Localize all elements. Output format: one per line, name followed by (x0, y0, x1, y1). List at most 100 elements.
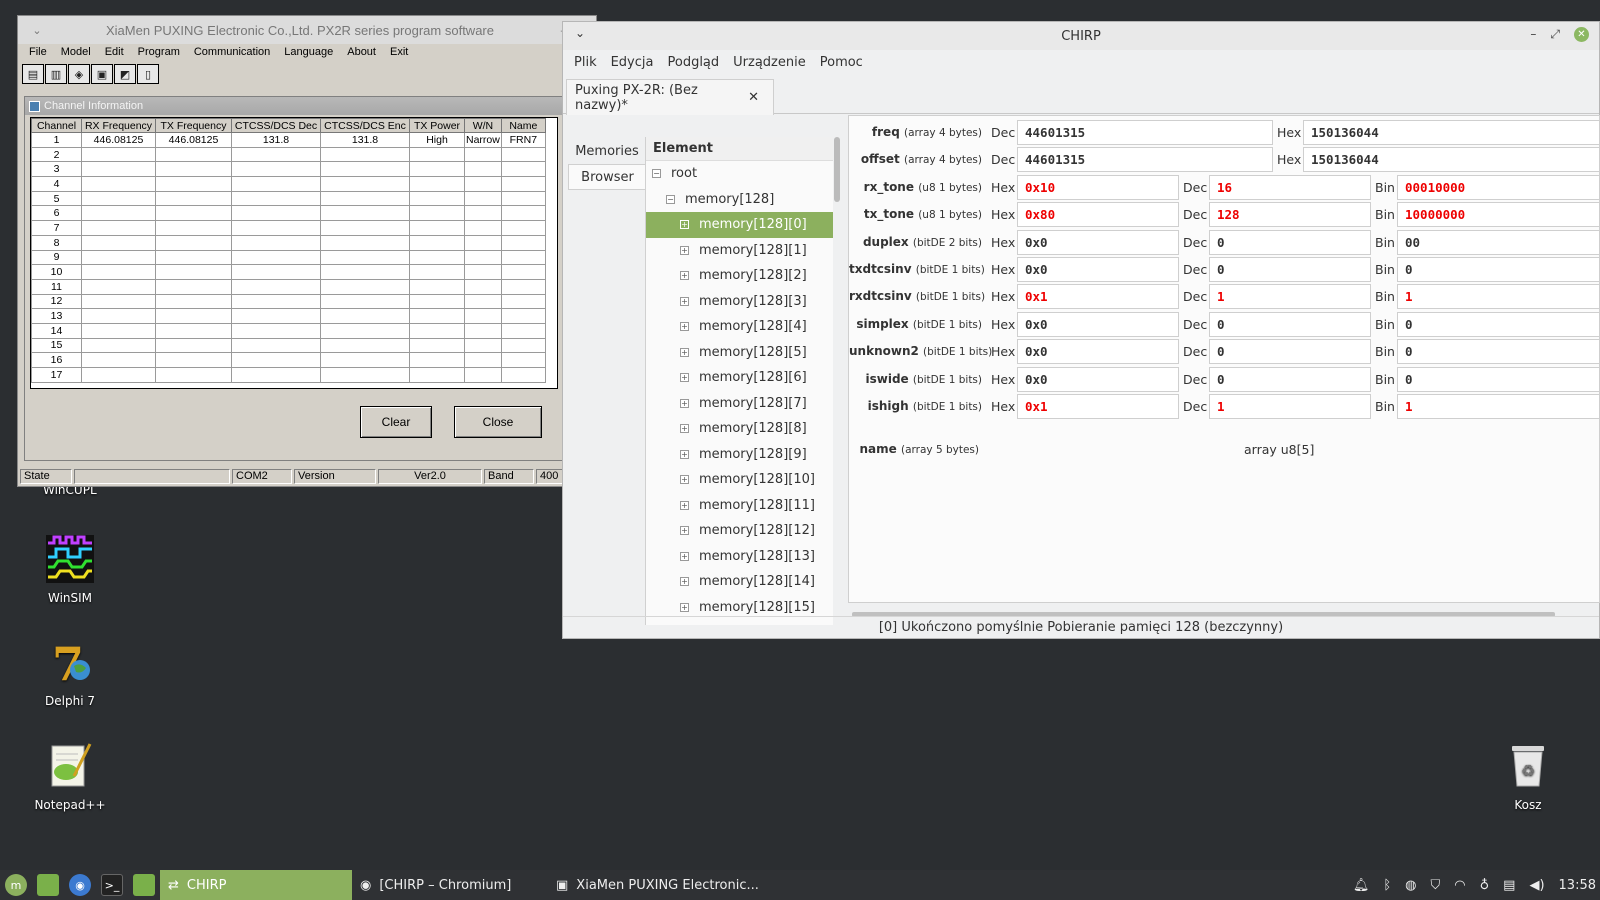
open-icon[interactable]: ◈ (68, 64, 90, 84)
menu-urzadzenie[interactable]: Urządzenie (726, 55, 813, 70)
info-icon[interactable]: ▯ (137, 64, 159, 84)
expand-icon[interactable]: + (680, 373, 689, 383)
table-cell[interactable]: 131.8 (231, 132, 321, 148)
table-cell[interactable] (155, 308, 232, 324)
table-cell[interactable] (231, 337, 321, 354)
expand-icon[interactable]: + (680, 347, 689, 357)
desktop-icon-notepadpp[interactable]: Notepad++ (20, 740, 120, 812)
table-cell[interactable] (231, 308, 321, 324)
field-ishigh-dec[interactable]: 1 (1209, 394, 1371, 419)
table-cell[interactable] (81, 367, 156, 383)
tree-node-memory-item[interactable]: + memory[128][9] (646, 442, 833, 468)
table-cell[interactable] (464, 337, 502, 354)
table-cell[interactable] (464, 220, 502, 236)
table-cell[interactable] (320, 220, 410, 236)
collapse-icon[interactable]: − (666, 194, 675, 204)
table-row[interactable]: 6 (31, 205, 546, 222)
field-offset-dec[interactable]: 44601315 (1017, 147, 1273, 173)
table-cell[interactable] (81, 293, 156, 310)
field-duplex-bin[interactable]: 00 (1397, 229, 1599, 255)
table-cell[interactable] (500, 249, 546, 266)
table-row[interactable]: 10 (31, 264, 546, 280)
table-cell[interactable] (155, 176, 232, 192)
tree-node-memory-item[interactable]: + memory[128][13] (646, 544, 833, 570)
notifications-icon[interactable]: 🔔︎ (1353, 878, 1370, 893)
table-row[interactable]: 2 (31, 146, 546, 163)
task-puxing[interactable]: ▣ XiaMen PUXING Electronic... (548, 870, 768, 900)
table-cell[interactable] (500, 278, 546, 295)
tab-memories[interactable]: Memories (568, 138, 646, 164)
table-row[interactable]: 15 (31, 337, 546, 354)
read-icon[interactable]: ▤ (22, 64, 44, 84)
table-cell[interactable] (231, 176, 321, 192)
table-cell[interactable] (500, 293, 546, 310)
table-cell[interactable] (155, 220, 232, 236)
field-tx_tone-bin[interactable]: 10000000 (1397, 202, 1599, 228)
table-cell[interactable] (231, 220, 321, 236)
table-cell[interactable]: 131.8 (320, 132, 410, 148)
table-row[interactable]: 8 (31, 234, 546, 251)
table-cell[interactable] (464, 190, 502, 207)
field-unknown2-bin[interactable]: 0 (1397, 339, 1599, 365)
table-row[interactable]: 1 446.08125 446.08125 131.8 131.8 High Narrow F… (31, 132, 546, 148)
table-cell[interactable] (155, 249, 232, 266)
field-rx_tone-dec[interactable]: 16 (1209, 174, 1371, 200)
expand-icon[interactable]: + (680, 245, 689, 255)
table-cell[interactable]: 3 (31, 161, 82, 178)
expand-icon[interactable]: + (680, 322, 689, 332)
minimize-icon[interactable]: – (1530, 27, 1536, 42)
table-cell[interactable]: FRN7 (500, 132, 546, 148)
table-cell[interactable] (320, 367, 410, 383)
browser-launcher-icon[interactable]: ◉ (69, 874, 91, 896)
column-header[interactable]: CTCSS/DCS Dec (231, 118, 321, 133)
clock[interactable]: 13:58 (1559, 878, 1596, 893)
table-cell[interactable] (464, 176, 502, 192)
menu-plik[interactable]: Plik (567, 55, 604, 70)
expand-icon[interactable]: + (680, 577, 689, 587)
table-cell[interactable] (231, 352, 321, 368)
table-cell[interactable] (320, 249, 410, 266)
menu-file[interactable]: File (22, 44, 54, 62)
table-cell[interactable]: 5 (31, 190, 82, 207)
expand-icon[interactable]: + (680, 551, 689, 561)
table-cell[interactable] (409, 264, 465, 280)
tree-node-memory[interactable]: − memory[128] (646, 187, 833, 213)
table-cell[interactable]: High (409, 132, 465, 148)
updates-icon[interactable]: ◍ (1405, 878, 1416, 893)
table-cell[interactable]: 16 (31, 352, 82, 368)
table-cell[interactable] (231, 234, 321, 251)
bluetooth-icon[interactable]: ᛒ (1383, 878, 1391, 893)
desktop-icon-delphi[interactable]: 7 Delphi 7 (20, 636, 120, 708)
table-cell[interactable] (155, 190, 232, 207)
table-cell[interactable] (500, 322, 546, 339)
table-cell[interactable] (464, 161, 502, 178)
table-cell[interactable] (409, 205, 465, 222)
expand-icon[interactable]: + (680, 449, 689, 459)
table-cell[interactable]: 11 (31, 278, 82, 295)
field-freq-hex[interactable]: 150136044 (1303, 120, 1599, 145)
table-cell[interactable] (81, 337, 156, 354)
close-tab-icon[interactable]: ✕ (748, 90, 759, 105)
radio-tab[interactable]: Puxing PX-2R: (Bez nazwy)* ✕ (566, 79, 774, 115)
table-cell[interactable] (409, 176, 465, 192)
table-cell[interactable] (81, 264, 156, 280)
table-cell[interactable] (155, 352, 232, 368)
table-cell[interactable] (155, 234, 232, 251)
table-cell[interactable] (81, 146, 156, 163)
table-cell[interactable] (409, 190, 465, 207)
field-unknown2-dec[interactable]: 0 (1209, 339, 1371, 365)
table-cell[interactable] (231, 278, 321, 295)
table-row[interactable]: 4 (31, 176, 546, 192)
column-header[interactable]: CTCSS/DCS Enc (320, 118, 410, 133)
field-txdtcsinv-dec[interactable]: 0 (1209, 257, 1371, 282)
menu-podglad[interactable]: Podgląd (660, 55, 726, 70)
table-cell[interactable]: 10 (31, 264, 82, 280)
channel-grid[interactable]: Channel RX Frequency TX Frequency CTCSS/DCS… (30, 117, 558, 389)
wifi-icon[interactable]: ◠ (1454, 878, 1465, 893)
menu-pomoc[interactable]: Pomoc (813, 55, 870, 70)
close-icon[interactable]: ✕ (1574, 27, 1589, 42)
table-cell[interactable] (81, 161, 156, 178)
field-duplex-hex[interactable]: 0x0 (1017, 229, 1179, 255)
field-rxdtcsinv-hex[interactable]: 0x1 (1017, 284, 1179, 310)
table-cell[interactable] (409, 249, 465, 266)
